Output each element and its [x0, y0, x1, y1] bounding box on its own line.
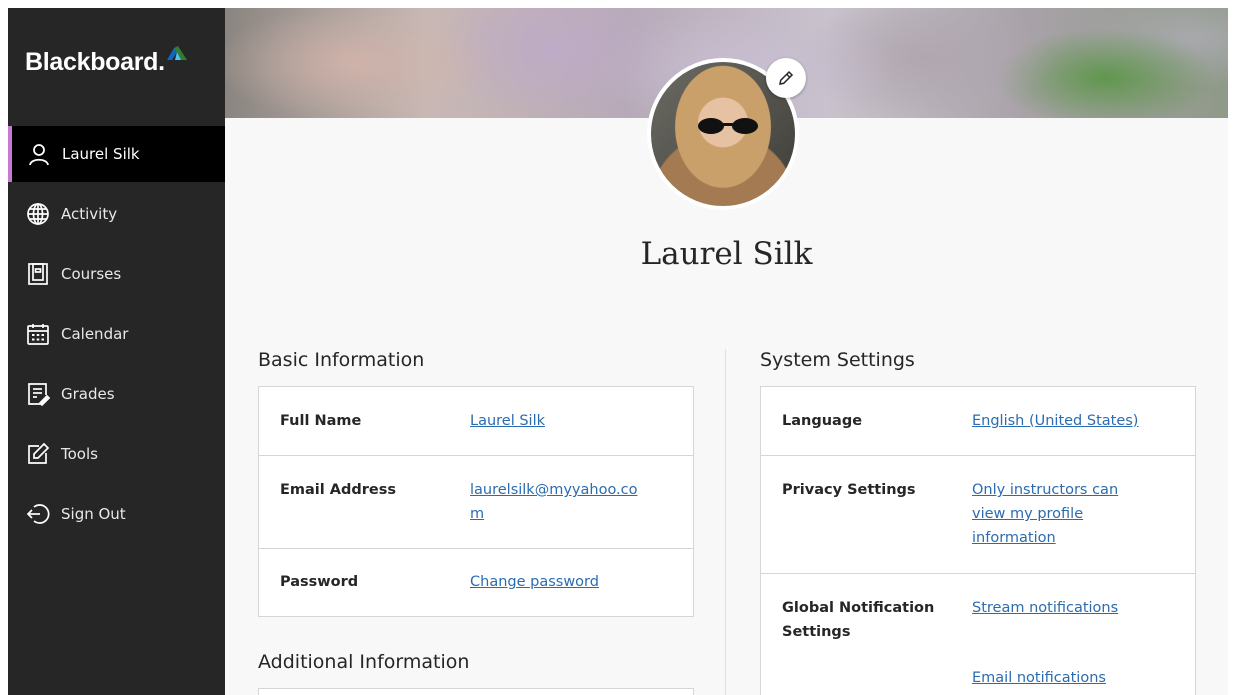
user-icon	[27, 142, 51, 166]
nav-item-courses[interactable]: Courses	[8, 246, 225, 302]
privacy-label: Privacy Settings	[782, 482, 916, 498]
main-content: Laurel Silk Basic Information Full Name …	[225, 8, 1228, 695]
privacy-link[interactable]: Only instructors can view my profile inf…	[972, 478, 1118, 550]
book-icon	[26, 262, 50, 286]
nav-item-profile[interactable]: Laurel Silk	[8, 126, 225, 182]
basic-info-card: Full Name Laurel Silk Email Address laur…	[258, 386, 694, 617]
basic-info-title: Basic Information	[258, 349, 425, 371]
logo-mark-icon	[166, 46, 187, 60]
additional-info-card	[258, 688, 694, 695]
profile-name: Laurel Silk	[640, 236, 813, 272]
nav-item-grades[interactable]: Grades	[8, 366, 225, 422]
email-link[interactable]: laurelsilk@myyahoo.co m	[470, 478, 638, 526]
password-label: Password	[280, 574, 359, 590]
language-label: Language	[782, 413, 863, 429]
blackboard-logo[interactable]: Blackboard.	[25, 46, 189, 88]
nav-label-tools: Tools	[61, 445, 98, 463]
change-password-link[interactable]: Change password	[470, 570, 599, 594]
nav-item-calendar[interactable]: Calendar	[8, 306, 225, 362]
app-frame: Blackboard. Laurel Silk Activity Courses…	[8, 8, 1228, 695]
row-password: Password Change password	[259, 549, 693, 617]
nav-label-activity: Activity	[61, 205, 118, 223]
row-privacy: Privacy Settings Only instructors can vi…	[761, 456, 1195, 574]
email-notifications-link[interactable]: Email notifications	[972, 666, 1106, 690]
nav-label-grades: Grades	[61, 385, 115, 403]
nav-label-sign-out: Sign Out	[61, 505, 126, 523]
grades-icon	[26, 382, 50, 406]
nav-item-tools[interactable]: Tools	[8, 426, 225, 482]
stream-notifications-link[interactable]: Stream notifications	[972, 596, 1118, 620]
sidebar: Blackboard. Laurel Silk Activity Courses…	[8, 8, 225, 695]
logo-text: Blackboard	[25, 48, 159, 76]
full-name-label: Full Name	[280, 413, 362, 429]
nav-label-courses: Courses	[61, 265, 122, 283]
pencil-icon	[779, 70, 794, 85]
nav-label-profile: Laurel Silk	[62, 145, 140, 163]
email-label: Email Address	[280, 482, 397, 498]
system-settings-title: System Settings	[760, 349, 915, 371]
globe-icon	[26, 202, 50, 226]
calendar-icon	[26, 322, 50, 346]
tools-icon	[26, 442, 50, 466]
global-notifications-label: Global Notification Settings	[782, 600, 935, 640]
nav-item-sign-out[interactable]: Sign Out	[8, 486, 225, 542]
full-name-link[interactable]: Laurel Silk	[470, 409, 545, 433]
system-settings-card: Language English (United States) Privacy…	[760, 386, 1196, 695]
row-language: Language English (United States)	[761, 387, 1195, 456]
row-global-notifications: Global Notification Settings Stream noti…	[761, 574, 1195, 695]
sign-out-icon	[26, 502, 50, 526]
nav-label-calendar: Calendar	[61, 325, 129, 343]
language-link[interactable]: English (United States)	[972, 409, 1138, 433]
edit-avatar-button[interactable]	[766, 58, 806, 98]
sunglasses-detail	[698, 118, 758, 134]
column-divider	[725, 349, 726, 695]
row-full-name: Full Name Laurel Silk	[259, 387, 693, 456]
nav-item-activity[interactable]: Activity	[8, 186, 225, 242]
additional-info-title: Additional Information	[258, 651, 470, 673]
main-nav: Laurel Silk Activity Courses Calendar Gr…	[8, 126, 225, 546]
row-email: Email Address laurelsilk@myyahoo.co m	[259, 456, 693, 549]
